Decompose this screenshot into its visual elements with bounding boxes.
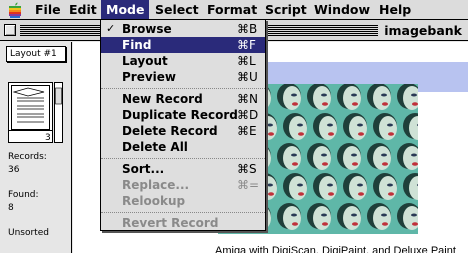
menu-item-label: Preview bbox=[122, 70, 177, 84]
sort-status: Unsorted bbox=[8, 228, 49, 238]
menu-item-shortcut: ⌘E bbox=[237, 124, 257, 138]
menu-script[interactable]: Script bbox=[260, 0, 312, 19]
menu-format[interactable]: Format bbox=[202, 0, 262, 19]
menu-file[interactable]: File bbox=[30, 0, 66, 19]
apple-icon[interactable] bbox=[8, 2, 22, 18]
menu-item-duplicate-record[interactable]: Duplicate Record ⌘D bbox=[101, 107, 265, 123]
menu-item-layout[interactable]: Layout ⌘L bbox=[101, 53, 265, 69]
menu-item-relookup: Relookup bbox=[101, 193, 265, 209]
menu-item-label: New Record bbox=[122, 92, 203, 106]
menu-item-shortcut: ⌘B bbox=[237, 22, 258, 36]
mode-menu-dropdown: ✓ Browse ⌘B Find ⌘F Layout ⌘L Preview ⌘U New Reco… bbox=[100, 19, 266, 231]
menu-item-revert-record: Revert Record bbox=[101, 215, 265, 231]
menu-select[interactable]: Select bbox=[150, 0, 204, 19]
menu-item-find[interactable]: Find ⌘F bbox=[101, 37, 265, 53]
menu-item-preview[interactable]: Preview ⌘U bbox=[101, 69, 265, 85]
window-title: imagebank bbox=[378, 23, 462, 38]
menu-item-label: Replace... bbox=[122, 178, 190, 192]
page-number: 3 bbox=[45, 133, 51, 143]
menu-item-label: Browse bbox=[122, 22, 172, 36]
menu-separator bbox=[101, 158, 265, 159]
close-box-icon[interactable] bbox=[4, 24, 16, 36]
menu-item-new-record[interactable]: New Record ⌘N bbox=[101, 91, 265, 107]
menu-item-label: Sort... bbox=[122, 162, 165, 176]
menu-edit[interactable]: Edit bbox=[64, 0, 102, 19]
layout-popup-menu[interactable]: Layout #1 bbox=[6, 46, 66, 62]
records-label: Records: bbox=[8, 152, 47, 162]
menu-item-shortcut: ⌘L bbox=[237, 54, 256, 68]
menu-item-label: Revert Record bbox=[122, 216, 219, 230]
menu-mode[interactable]: Mode bbox=[101, 0, 150, 19]
menu-item-sort[interactable]: Sort... ⌘S bbox=[101, 161, 265, 177]
caption-field[interactable]: Amiga with DigiScan, DigiPaint, and Delu… bbox=[215, 245, 465, 253]
records-count: 36 bbox=[8, 165, 20, 175]
record-book-icon[interactable] bbox=[8, 68, 64, 144]
menu-item-shortcut: ⌘N bbox=[237, 92, 258, 106]
menu-item-label: Delete Record bbox=[122, 124, 218, 138]
menu-item-delete-all[interactable]: Delete All bbox=[101, 139, 265, 155]
menu-item-label: Duplicate Record bbox=[122, 108, 238, 122]
menu-item-delete-record[interactable]: Delete Record ⌘E bbox=[101, 123, 265, 139]
menu-item-label: Relookup bbox=[122, 194, 186, 208]
menu-item-label: Delete All bbox=[122, 140, 188, 154]
menu-separator bbox=[101, 88, 265, 89]
menu-window[interactable]: Window bbox=[309, 0, 375, 19]
checkmark-icon: ✓ bbox=[106, 22, 116, 35]
found-label: Found: bbox=[8, 190, 39, 200]
menu-item-shortcut: ⌘S bbox=[237, 162, 257, 176]
found-count: 8 bbox=[8, 203, 14, 213]
menu-item-label: Find bbox=[122, 38, 152, 52]
menu-item-shortcut: ⌘F bbox=[237, 38, 256, 52]
menu-item-replace: Replace... ⌘= bbox=[101, 177, 265, 193]
menu-item-shortcut: ⌘U bbox=[237, 70, 258, 84]
menu-separator bbox=[101, 212, 265, 213]
menu-item-browse[interactable]: ✓ Browse ⌘B bbox=[101, 21, 265, 37]
menu-bar: File Edit Mode Select Format Script Wind… bbox=[0, 0, 468, 20]
menu-item-shortcut: ⌘D bbox=[237, 108, 259, 122]
menu-item-shortcut: ⌘= bbox=[237, 178, 260, 192]
menu-help[interactable]: Help bbox=[374, 0, 416, 19]
menu-item-label: Layout bbox=[122, 54, 168, 68]
status-area: Layout #1 3 Records: 36 Found: 8 Unsorte… bbox=[0, 42, 72, 253]
